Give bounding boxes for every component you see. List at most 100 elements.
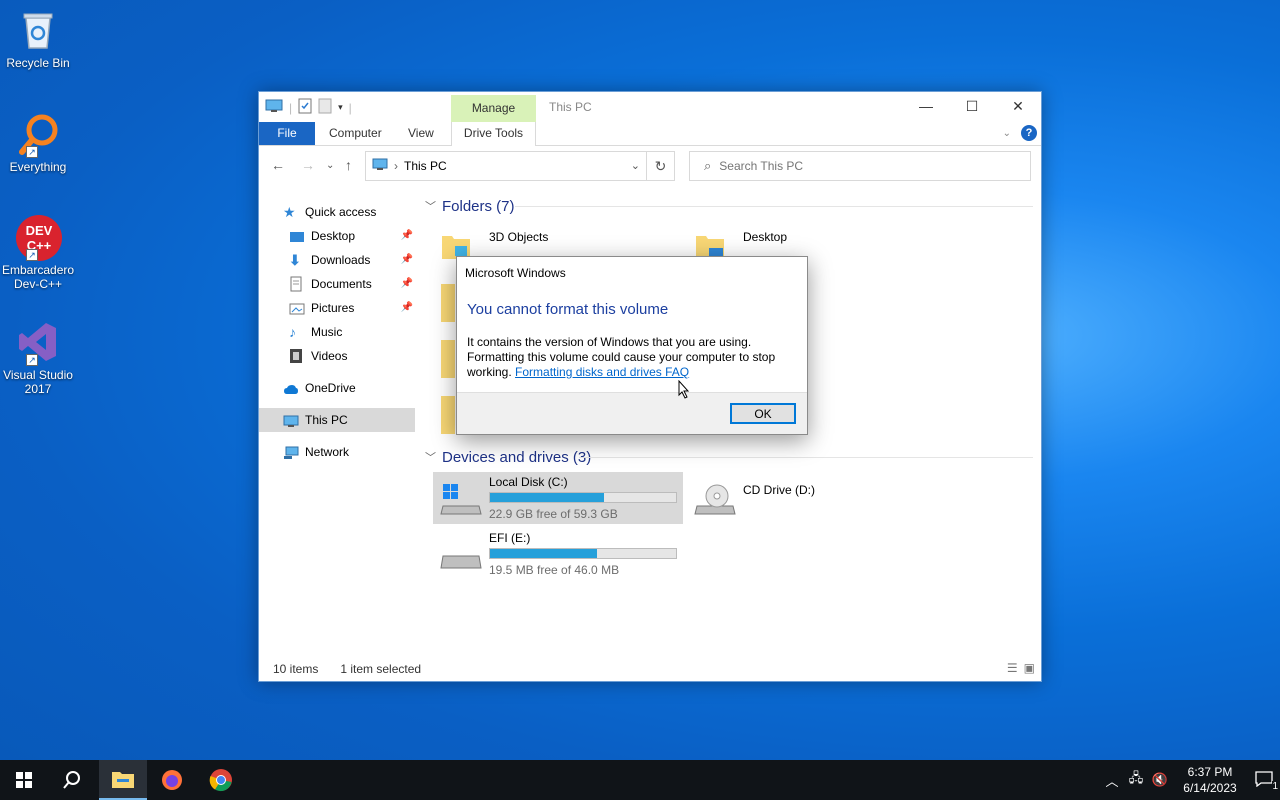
window-controls: — ☐ ✕ xyxy=(903,92,1041,121)
nav-onedrive[interactable]: OneDrive xyxy=(283,376,439,400)
nav-network[interactable]: Network xyxy=(283,440,439,464)
nav-label: OneDrive xyxy=(305,381,356,395)
customize-qat-icon[interactable]: ▾ xyxy=(338,102,343,113)
quick-access-toolbar: | ▾ | xyxy=(265,98,352,117)
forward-arrow-icon[interactable]: → xyxy=(301,157,315,173)
drive-usage-fill xyxy=(490,493,605,502)
breadcrumb-this-pc[interactable]: This PC xyxy=(404,159,447,173)
visual-studio-icon: ↗ xyxy=(16,320,60,366)
nav-desktop[interactable]: Desktop 📌 xyxy=(289,224,415,248)
properties-icon[interactable] xyxy=(298,98,312,117)
volume-muted-icon[interactable]: 🔇 xyxy=(1148,772,1172,788)
taskbar: ︿ 🖧 🔇 6:37 PM 6/14/2023 1 xyxy=(0,760,1280,800)
nav-downloads[interactable]: ⬇ Downloads 📌 xyxy=(289,248,415,272)
view-switcher: ☰ ▣ xyxy=(1007,661,1035,675)
up-arrow-icon[interactable]: ↑ xyxy=(345,157,352,173)
folder-icon xyxy=(112,772,134,788)
drive-label: Local Disk (C:) xyxy=(489,475,568,489)
nav-label: Pictures xyxy=(311,301,355,315)
chevron-down-icon: ﹀ xyxy=(425,452,436,464)
this-pc-icon xyxy=(265,99,283,116)
shortcut-arrow-icon: ↗ xyxy=(26,354,38,366)
clock[interactable]: 6:37 PM 6/14/2023 xyxy=(1172,764,1248,796)
navigation-pane: ★ Quick access Desktop 📌 ⬇ Downloads 📌 D… xyxy=(259,200,417,660)
nav-label: Network xyxy=(305,445,350,459)
nav-quick-access[interactable]: ★ Quick access xyxy=(283,200,439,224)
show-hidden-icons-chevron-icon[interactable]: ︿ xyxy=(1100,771,1124,790)
expand-ribbon-icon[interactable]: ⌄ xyxy=(1003,128,1011,139)
music-note-icon: ♪ xyxy=(289,324,296,340)
nav-videos[interactable]: Videos xyxy=(289,344,415,368)
taskbar-chrome[interactable] xyxy=(197,760,245,800)
format-faq-link[interactable]: Formatting disks and drives FAQ xyxy=(515,365,689,379)
desktop-icon-recycle-bin[interactable]: Recycle Bin xyxy=(2,8,74,70)
drive-cd-d[interactable]: CD Drive (D:) xyxy=(687,472,937,524)
search-button[interactable] xyxy=(48,760,96,800)
drive-free-space: 19.5 MB free of 46.0 MB xyxy=(489,563,620,577)
drive-usage-bar xyxy=(489,548,677,559)
drive-usage-bar xyxy=(489,492,677,503)
everything-icon: ↗ xyxy=(16,112,60,158)
search-input[interactable] xyxy=(719,159,1000,173)
desktop-icon-visual-studio[interactable]: ↗ Visual Studio 2017 xyxy=(2,320,74,396)
close-button[interactable]: ✕ xyxy=(995,92,1041,121)
minimize-button[interactable]: — xyxy=(903,92,949,121)
details-view-icon[interactable]: ☰ xyxy=(1007,661,1018,675)
network-icon[interactable]: 🖧 xyxy=(1124,769,1148,791)
search-box[interactable]: ⌕ xyxy=(689,151,1031,181)
taskbar-firefox[interactable] xyxy=(148,760,196,800)
this-pc-icon xyxy=(372,158,388,174)
drive-local-disk-c[interactable]: Local Disk (C:) 22.9 GB free of 59.3 GB xyxy=(433,472,683,524)
desktop-icon-devcpp[interactable]: DEV C++ ↗ Embarcadero Dev-C++ xyxy=(2,215,74,291)
tab-drive-tools[interactable]: Drive Tools xyxy=(451,122,536,146)
address-bar[interactable]: › This PC ⌄ ↻ xyxy=(365,151,675,181)
tab-view[interactable]: View xyxy=(408,122,434,145)
clock-time: 6:37 PM xyxy=(1187,765,1233,779)
navigation-bar: ← → ⌄ ↑ › This PC ⌄ ↻ ⌕ xyxy=(259,148,1041,184)
desktop-icon-label: Everything xyxy=(9,160,67,174)
nav-documents[interactable]: Documents 📌 xyxy=(289,272,415,296)
tab-computer[interactable]: Computer xyxy=(329,122,382,145)
dialog-footer: OK xyxy=(457,392,807,434)
chevron-down-icon: ﹀ xyxy=(425,201,436,213)
nav-pictures[interactable]: Pictures 📌 xyxy=(289,296,415,320)
nav-this-pc[interactable]: This PC xyxy=(259,408,415,432)
desktop-icon-everything[interactable]: ↗ Everything xyxy=(2,112,74,174)
system-tray: ︿ 🖧 🔇 6:37 PM 6/14/2023 1 xyxy=(1100,760,1280,800)
group-title: Devices and drives (3) xyxy=(442,448,592,466)
address-dropdown-icon[interactable]: ⌄ xyxy=(631,159,640,172)
ok-button[interactable]: OK xyxy=(730,403,796,424)
drive-efi-e[interactable]: EFI (E:) 19.5 MB free of 46.0 MB xyxy=(433,528,683,580)
recent-locations-icon[interactable]: ⌄ xyxy=(326,160,334,171)
manage-tab[interactable]: Manage xyxy=(451,95,536,122)
nav-music[interactable]: ♪ Music xyxy=(289,320,415,344)
mouse-cursor-icon xyxy=(678,379,690,402)
start-button[interactable] xyxy=(0,760,48,800)
taskbar-file-explorer[interactable] xyxy=(99,760,147,800)
document-icon xyxy=(289,276,305,292)
help-button[interactable]: ? xyxy=(1021,125,1037,141)
download-arrow-icon: ⬇ xyxy=(289,252,301,268)
status-item-count: 10 items xyxy=(273,662,319,676)
drive-icon xyxy=(439,538,483,574)
back-arrow-icon[interactable]: ← xyxy=(271,157,285,173)
folders-group-header[interactable]: ﹀ Folders (7) xyxy=(425,196,515,216)
chrome-icon xyxy=(209,769,232,792)
desktop-icon-label: Recycle Bin xyxy=(6,56,70,70)
large-icons-view-icon[interactable]: ▣ xyxy=(1024,661,1035,675)
nav-label: Downloads xyxy=(311,253,371,267)
folder-icon xyxy=(441,396,455,434)
separator: | xyxy=(289,100,293,115)
group-divider xyxy=(515,206,1033,207)
new-folder-icon[interactable] xyxy=(318,98,332,117)
refresh-icon[interactable]: ↻ xyxy=(646,152,674,180)
windows-drive-icon xyxy=(439,482,483,518)
devcpp-icon: DEV C++ ↗ xyxy=(16,215,62,261)
shortcut-arrow-icon: ↗ xyxy=(26,146,38,158)
folder-label: Desktop xyxy=(743,230,788,244)
tab-file[interactable]: File xyxy=(259,122,315,145)
notifications-icon[interactable]: 1 xyxy=(1248,770,1280,792)
nav-label: Music xyxy=(311,325,343,339)
maximize-button[interactable]: ☐ xyxy=(949,92,995,121)
devices-group-header[interactable]: ﹀ Devices and drives (3) xyxy=(425,447,591,467)
